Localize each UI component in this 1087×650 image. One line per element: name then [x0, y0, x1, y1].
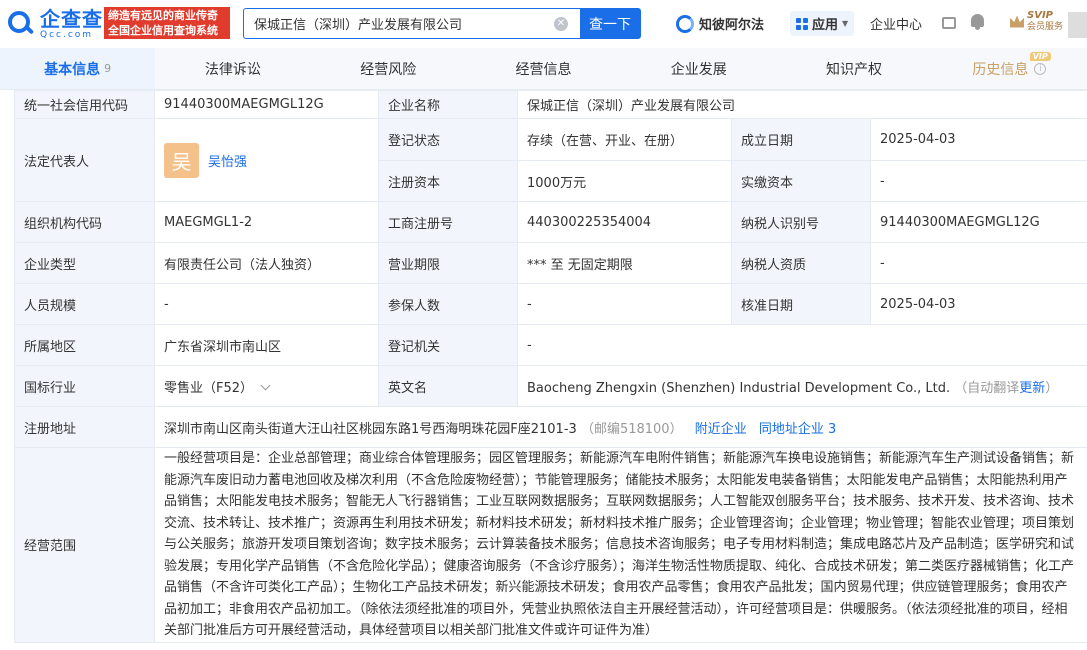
tab-development[interactable]: 企业发展 [621, 48, 776, 89]
approval-date-value: 2025-04-03 [870, 283, 1087, 325]
tab-ip[interactable]: 知识产权 [776, 48, 931, 89]
scope-label: 经营范围 [14, 447, 155, 643]
svip-member-link[interactable]: SVIP 会员服务 [1010, 10, 1063, 33]
reg-authority-label: 登记机关 [378, 324, 518, 366]
est-date-value: 2025-04-03 [870, 118, 1087, 161]
legal-rep-link[interactable]: 吴怡强 [208, 151, 247, 170]
enterprise-center-link[interactable]: 企业中心 [870, 14, 922, 33]
search-button[interactable]: 查一下 [580, 9, 640, 38]
insured-label: 参保人数 [378, 283, 518, 325]
reg-status-label: 登记状态 [378, 118, 518, 161]
grid-icon [796, 17, 808, 30]
approval-date-label: 核准日期 [731, 283, 871, 325]
paid-capital-label: 实缴资本 [731, 160, 871, 202]
magnifier-logo-icon [6, 9, 36, 39]
taxpayer-qual-value: - [870, 242, 1087, 284]
tab-history[interactable]: 历史信息 VIP i [932, 48, 1087, 89]
logo-domain: Qcc.com [40, 30, 94, 40]
taxpayer-qual-label: 纳税人资质 [731, 242, 871, 284]
tab-label: 历史信息 [972, 61, 1029, 78]
qcc-logo[interactable]: 企查查 Qcc.com [6, 8, 103, 40]
legal-rep-label: 法定代表人 [14, 118, 155, 202]
tab-operations[interactable]: 经营信息 [466, 48, 621, 89]
org-code-label: 组织机构代码 [14, 201, 155, 243]
tab-count: 9 [104, 62, 112, 75]
biz-term-label: 营业期限 [378, 242, 518, 284]
tab-risk[interactable]: 经营风险 [311, 48, 466, 89]
scope-value: 一般经营项目是：企业总部管理；商业综合体管理服务；园区管理服务；新能源汽车电附件… [154, 447, 1087, 643]
vip-badge: VIP [1029, 52, 1051, 61]
clear-icon[interactable]: ✕ [554, 17, 568, 31]
bell-icon[interactable] [970, 14, 985, 30]
svip-label: SVIP [1027, 10, 1053, 21]
tab-legal[interactable]: 法律诉讼 [155, 48, 310, 89]
app-menu-label: 应用 [812, 18, 839, 33]
company-type-label: 企业类型 [14, 242, 155, 284]
section-tabs: 基本信息 9 法律诉讼 经营风险 经营信息 企业发展 知识产权 历史信息 VIP… [0, 48, 1087, 90]
svip-sub-label: 会员服务 [1027, 22, 1064, 32]
slogan-line-2: 全国企业信用查询系统 [108, 24, 218, 37]
staff-size-label: 人员规模 [14, 283, 155, 325]
insured-value: - [517, 283, 732, 325]
region-label: 所属地区 [14, 324, 155, 366]
company-info-table: 统一社会信用代码 91440300MAEGMGL12G 企业名称 保城正信（深圳… [14, 90, 1087, 643]
update-link[interactable]: 更新 [1019, 381, 1045, 396]
region-value: 广东省深圳市南山区 [154, 324, 379, 366]
tab-basic-info[interactable]: 基本信息 9 [0, 48, 156, 89]
biz-reg-no-value: 440300225354004 [517, 201, 732, 243]
biz-reg-no-label: 工商注册号 [378, 201, 518, 243]
legal-rep-cell: 吴 吴怡强 [154, 118, 379, 202]
industry-label: 国标行业 [14, 365, 155, 407]
company-name-value: 保城正信（深圳）产业发展有限公司 [517, 90, 1087, 119]
app-menu-button[interactable]: 应用 ▼ [790, 11, 855, 36]
est-date-label: 成立日期 [731, 118, 871, 161]
message-icon[interactable] [942, 17, 956, 29]
nearby-companies-link[interactable]: 附近企业 [695, 422, 747, 437]
credit-code-value: 91440300MAEGMGL12G [154, 90, 379, 119]
auto-translate-note: （自动翻译 [954, 380, 1020, 396]
zhibo-alpha-link[interactable]: 知彼阿尔法 [676, 14, 764, 33]
zhibo-alpha-label: 知彼阿尔法 [699, 18, 765, 33]
reg-status-value: 存续（在营、开业、在册） [517, 118, 732, 161]
biz-term-value: *** 至 无固定期限 [517, 242, 732, 284]
address-cell: 深圳市南山区南头街道大汪山社区桃园东路1号西海明珠花园F座2101-3 （邮编5… [154, 406, 1087, 448]
tab-label: 基本信息 [44, 61, 101, 78]
english-name-value: Baocheng Zhengxin (Shenzhen) Industrial … [527, 380, 951, 396]
staff-size-value: - [154, 283, 379, 325]
postcode-value: （邮编518100） [580, 421, 683, 437]
paid-capital-value: - [870, 160, 1087, 202]
same-address-link[interactable]: 同地址企业 3 [759, 422, 836, 437]
search-box: ✕ 查一下 [243, 8, 641, 39]
english-name-cell: Baocheng Zhengxin (Shenzhen) Industrial … [517, 365, 1087, 407]
reg-capital-value: 1000万元 [517, 160, 732, 202]
taxpayer-id-label: 纳税人识别号 [731, 201, 871, 243]
credit-code-label: 统一社会信用代码 [14, 90, 155, 119]
company-type-value: 有限责任公司（法人独资） [154, 242, 379, 284]
reg-authority-value: - [517, 324, 1087, 366]
address-value: 深圳市南山区南头街道大汪山社区桃园东路1号西海明珠花园F座2101-3 [164, 421, 577, 437]
logo-name: 企查查 [40, 7, 103, 31]
caret-down-icon: ▼ [842, 19, 849, 28]
taxpayer-id-value: 91440300MAEGMGL12G [870, 201, 1087, 243]
crown-icon [1010, 15, 1024, 28]
english-name-label: 英文名 [378, 365, 518, 407]
chevron-down-icon[interactable] [260, 380, 271, 390]
industry-value: 零售业（F52） [164, 380, 254, 396]
alpha-logo-icon [676, 14, 694, 33]
org-code-value: MAEGMGL1-2 [154, 201, 379, 243]
address-label: 注册地址 [14, 406, 155, 448]
reg-capital-label: 注册资本 [378, 160, 518, 202]
auto-translate-close: ） [1045, 380, 1059, 396]
search-input[interactable] [244, 9, 554, 38]
industry-cell[interactable]: 零售业（F52） [154, 365, 379, 407]
slogan-line-1: 缔造有远见的商业传奇 [108, 9, 218, 22]
legal-rep-avatar[interactable]: 吴 [164, 142, 199, 178]
slogan-banner: 缔造有远见的商业传奇 全国企业信用查询系统 [104, 7, 230, 39]
top-header: 企查查 Qcc.com 缔造有远见的商业传奇 全国企业信用查询系统 ✕ 查一下 … [0, 0, 1087, 48]
user-avatar[interactable] [1068, 12, 1087, 38]
info-icon[interactable]: i [1034, 62, 1047, 75]
company-name-label: 企业名称 [378, 90, 518, 119]
